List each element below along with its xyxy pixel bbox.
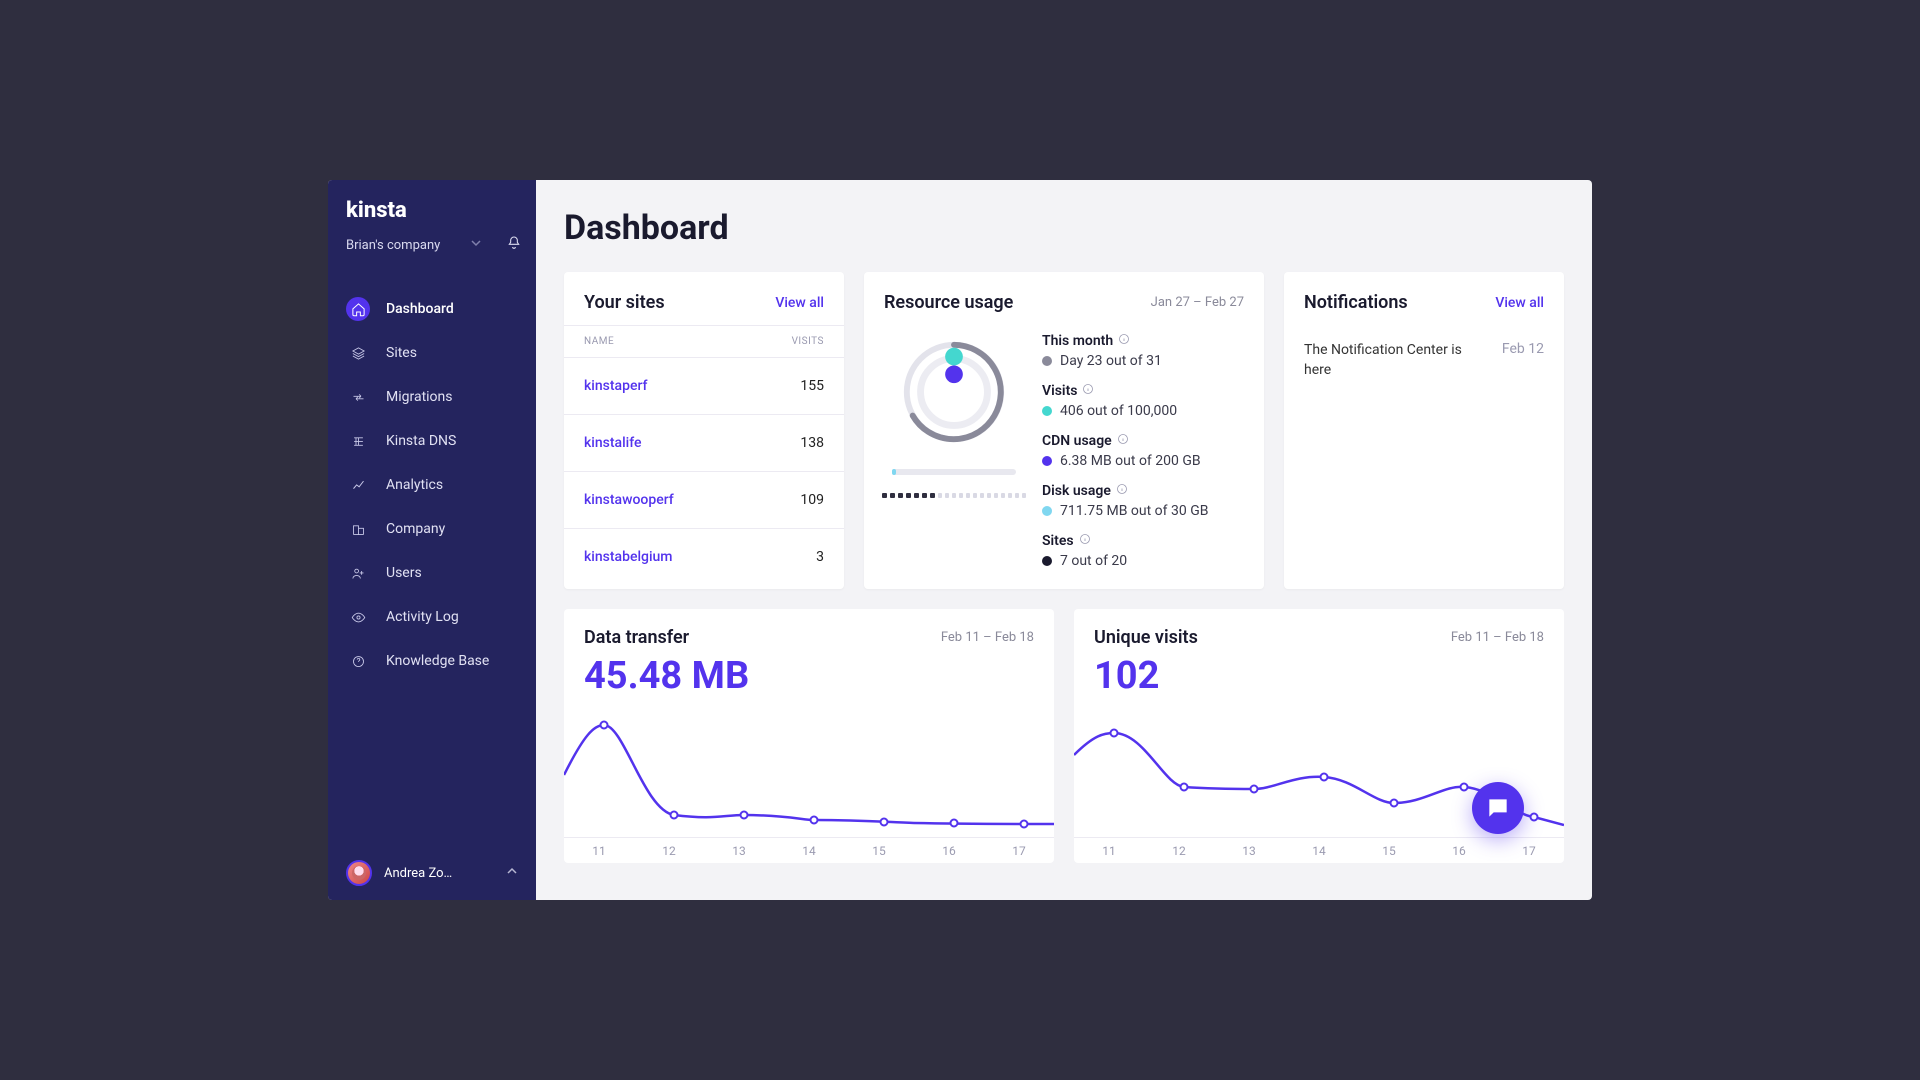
info-icon[interactable]	[1117, 433, 1129, 449]
user-name: Andrea Zo…	[384, 866, 452, 881]
date-range: Jan 27 – Feb 27	[1151, 295, 1244, 310]
sidebar-item-label: Dashboard	[386, 301, 454, 317]
users-icon	[346, 561, 370, 585]
card-title: Your sites	[584, 292, 665, 313]
sidebar: kinsta Brian's company Dashboard Site	[328, 180, 536, 900]
notification-date: Feb 12	[1502, 341, 1544, 380]
metric-cdn-label: CDN usage	[1042, 433, 1112, 449]
site-visits: 138	[800, 435, 824, 451]
sidebar-item-label: Sites	[386, 345, 417, 361]
migrations-icon	[346, 385, 370, 409]
view-all-link[interactable]: View all	[1495, 295, 1544, 311]
page-title: Dashboard	[564, 208, 1564, 248]
info-icon[interactable]	[1116, 483, 1128, 499]
chart-title: Data transfer	[584, 627, 689, 648]
site-link[interactable]: kinstaperf	[584, 378, 647, 394]
card-title: Notifications	[1304, 292, 1408, 313]
usage-gauge	[895, 333, 1013, 451]
metric-disk-label: Disk usage	[1042, 483, 1111, 499]
metric-visits-label: Visits	[1042, 383, 1077, 399]
metric-visits-value: 406 out of 100,000	[1060, 403, 1177, 419]
date-range: Feb 11 – Feb 18	[1451, 630, 1544, 645]
company-icon	[346, 517, 370, 541]
info-icon[interactable]	[1118, 333, 1130, 349]
x-axis: 11 12 13 14 15 16 17	[1074, 837, 1564, 863]
sidebar-item-company[interactable]: Company	[328, 507, 536, 551]
bell-icon[interactable]	[506, 235, 522, 255]
sidebar-item-sites[interactable]: Sites	[328, 331, 536, 375]
data-transfer-card: Data transfer Feb 11 – Feb 18 45.48 MB 1…	[564, 609, 1054, 863]
sidebar-item-label: Migrations	[386, 389, 453, 405]
sidebar-item-label: Users	[386, 565, 422, 581]
sites-usage-dots	[882, 493, 1026, 498]
metric-cdn-value: 6.38 MB out of 200 GB	[1060, 453, 1201, 469]
primary-nav: Dashboard Sites Migrations Kinsta DNS	[328, 273, 536, 683]
sidebar-item-label: Company	[386, 521, 445, 537]
col-visits: VISITS	[792, 336, 824, 347]
company-selector[interactable]: Brian's company	[328, 229, 536, 273]
brand-logo: kinsta	[328, 180, 536, 229]
resource-usage-card: Resource usage Jan 27 – Feb 27	[864, 272, 1264, 589]
site-link[interactable]: kinstabelgium	[584, 549, 673, 565]
card-title: Resource usage	[884, 292, 1013, 313]
sidebar-item-label: Knowledge Base	[386, 653, 489, 669]
unique-visits-value: 102	[1074, 648, 1564, 698]
sidebar-item-dns[interactable]: Kinsta DNS	[328, 419, 536, 463]
sites-table-header: NAME VISITS	[564, 325, 844, 358]
your-sites-card: Your sites View all NAME VISITS kinstape…	[564, 272, 844, 589]
sidebar-item-users[interactable]: Users	[328, 551, 536, 595]
sidebar-item-analytics[interactable]: Analytics	[328, 463, 536, 507]
col-name: NAME	[584, 336, 614, 347]
data-transfer-chart	[564, 715, 1054, 835]
sidebar-item-migrations[interactable]: Migrations	[328, 375, 536, 419]
table-row: kinstaperf 155	[564, 358, 844, 415]
data-transfer-value: 45.48 MB	[564, 648, 1054, 698]
chat-button[interactable]	[1472, 782, 1524, 834]
notification-title: The Notification Center is here	[1304, 341, 1464, 380]
info-icon[interactable]	[1082, 383, 1094, 399]
chevron-down-icon	[470, 237, 482, 253]
metric-sites-label: Sites	[1042, 533, 1074, 549]
notifications-card: Notifications View all The Notification …	[1284, 272, 1564, 589]
site-visits: 109	[800, 492, 824, 508]
analytics-icon	[346, 473, 370, 497]
sidebar-item-activity[interactable]: Activity Log	[328, 595, 536, 639]
sidebar-item-label: Analytics	[386, 477, 443, 493]
eye-icon	[346, 605, 370, 629]
help-icon	[346, 649, 370, 673]
site-visits: 3	[816, 549, 824, 565]
view-all-link[interactable]: View all	[775, 295, 824, 311]
table-row: kinstawooperf 109	[564, 472, 844, 529]
company-name: Brian's company	[346, 238, 440, 253]
disk-usage-bar	[892, 469, 1016, 475]
table-row: kinstalife 138	[564, 415, 844, 472]
metric-this-month-value: Day 23 out of 31	[1060, 353, 1162, 369]
metric-disk-value: 711.75 MB out of 30 GB	[1060, 503, 1208, 519]
table-row: kinstabelgium 3	[564, 529, 844, 585]
layers-icon	[346, 341, 370, 365]
home-icon	[346, 297, 370, 321]
site-visits: 155	[800, 378, 824, 394]
sidebar-item-knowledge[interactable]: Knowledge Base	[328, 639, 536, 683]
site-link[interactable]: kinstalife	[584, 435, 642, 451]
sidebar-item-dashboard[interactable]: Dashboard	[328, 287, 536, 331]
dns-icon	[346, 429, 370, 453]
user-menu[interactable]: Andrea Zo…	[328, 846, 536, 900]
metric-sites-value: 7 out of 20	[1060, 553, 1127, 569]
avatar	[346, 860, 372, 886]
sidebar-item-label: Activity Log	[386, 609, 459, 625]
notification-item[interactable]: The Notification Center is here Feb 12	[1284, 325, 1564, 380]
chevron-up-icon	[506, 865, 518, 881]
chart-title: Unique visits	[1094, 627, 1198, 648]
x-axis: 11 12 13 14 15 16 17	[564, 837, 1054, 863]
app-window: kinsta Brian's company Dashboard Site	[328, 180, 1592, 900]
date-range: Feb 11 – Feb 18	[941, 630, 1034, 645]
metric-this-month-label: This month	[1042, 333, 1113, 349]
main: Dashboard Your sites View all NAME VISIT…	[536, 180, 1592, 900]
sidebar-item-label: Kinsta DNS	[386, 433, 456, 449]
info-icon[interactable]	[1079, 533, 1091, 549]
site-link[interactable]: kinstawooperf	[584, 492, 674, 508]
